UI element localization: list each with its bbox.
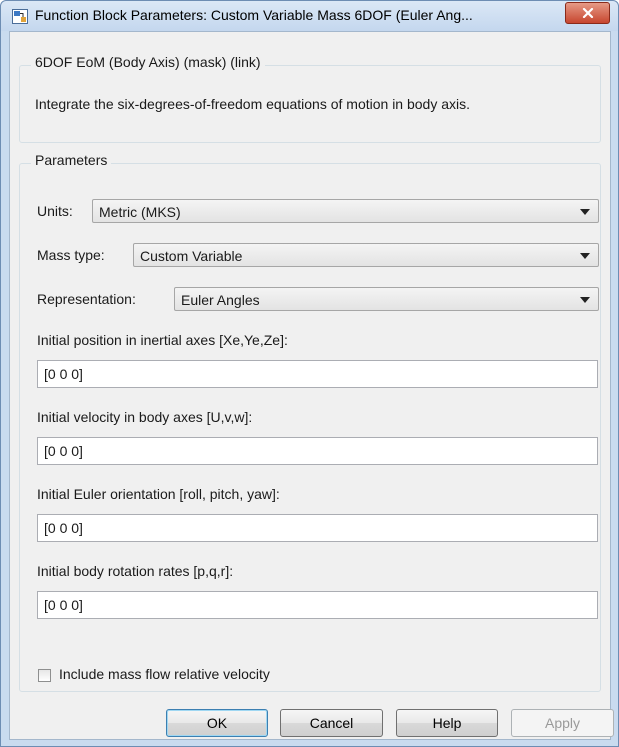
initial-rates-label: Initial body rotation rates [p,q,r]: bbox=[37, 563, 234, 579]
cancel-button[interactable]: Cancel bbox=[280, 709, 383, 737]
initial-position-input[interactable]: [0 0 0] bbox=[37, 360, 598, 388]
description-text: Integrate the six-degrees-of-freedom equ… bbox=[35, 96, 471, 112]
initial-velocity-input[interactable]: [0 0 0] bbox=[37, 437, 598, 465]
ok-button[interactable]: OK bbox=[166, 709, 268, 737]
initial-position-value: [0 0 0] bbox=[44, 366, 83, 382]
window-title: Function Block Parameters: Custom Variab… bbox=[35, 7, 473, 23]
representation-select-value: Euler Angles bbox=[181, 292, 260, 308]
mass-type-label: Mass type: bbox=[37, 247, 105, 263]
representation-select[interactable]: Euler Angles bbox=[174, 287, 599, 311]
description-heading: 6DOF EoM (Body Axis) (mask) (link) bbox=[31, 54, 265, 70]
chevron-down-icon bbox=[580, 297, 590, 303]
units-select[interactable]: Metric (MKS) bbox=[92, 199, 599, 223]
initial-rates-value: [0 0 0] bbox=[44, 597, 83, 613]
help-button[interactable]: Help bbox=[396, 709, 498, 737]
representation-label: Representation: bbox=[37, 291, 136, 307]
dialog-body: 6DOF EoM (Body Axis) (mask) (link) Integ… bbox=[9, 31, 614, 740]
units-select-value: Metric (MKS) bbox=[99, 204, 181, 220]
initial-velocity-label: Initial velocity in body axes [U,v,w]: bbox=[37, 409, 253, 425]
mass-flow-checkbox-label[interactable]: Include mass flow relative velocity bbox=[59, 666, 270, 682]
mass-flow-checkbox[interactable] bbox=[38, 669, 51, 682]
initial-euler-input[interactable]: [0 0 0] bbox=[37, 514, 598, 542]
chevron-down-icon bbox=[580, 209, 590, 215]
dialog-window: Function Block Parameters: Custom Variab… bbox=[0, 0, 619, 747]
initial-euler-label: Initial Euler orientation [roll, pitch, … bbox=[37, 486, 280, 502]
initial-euler-value: [0 0 0] bbox=[44, 520, 83, 536]
apply-button[interactable]: Apply bbox=[511, 709, 614, 737]
initial-position-label: Initial position in inertial axes [Xe,Ye… bbox=[37, 332, 288, 348]
parameters-heading: Parameters bbox=[31, 152, 112, 168]
close-icon bbox=[582, 8, 593, 18]
mass-type-select[interactable]: Custom Variable bbox=[133, 243, 599, 267]
initial-rates-input[interactable]: [0 0 0] bbox=[37, 591, 598, 619]
units-label: Units: bbox=[37, 203, 73, 219]
initial-velocity-value: [0 0 0] bbox=[44, 443, 83, 459]
mass-type-select-value: Custom Variable bbox=[140, 248, 243, 264]
close-button[interactable] bbox=[565, 2, 610, 24]
title-bar[interactable]: Function Block Parameters: Custom Variab… bbox=[1, 1, 618, 31]
chevron-down-icon bbox=[580, 253, 590, 259]
simulink-block-icon bbox=[12, 9, 28, 24]
